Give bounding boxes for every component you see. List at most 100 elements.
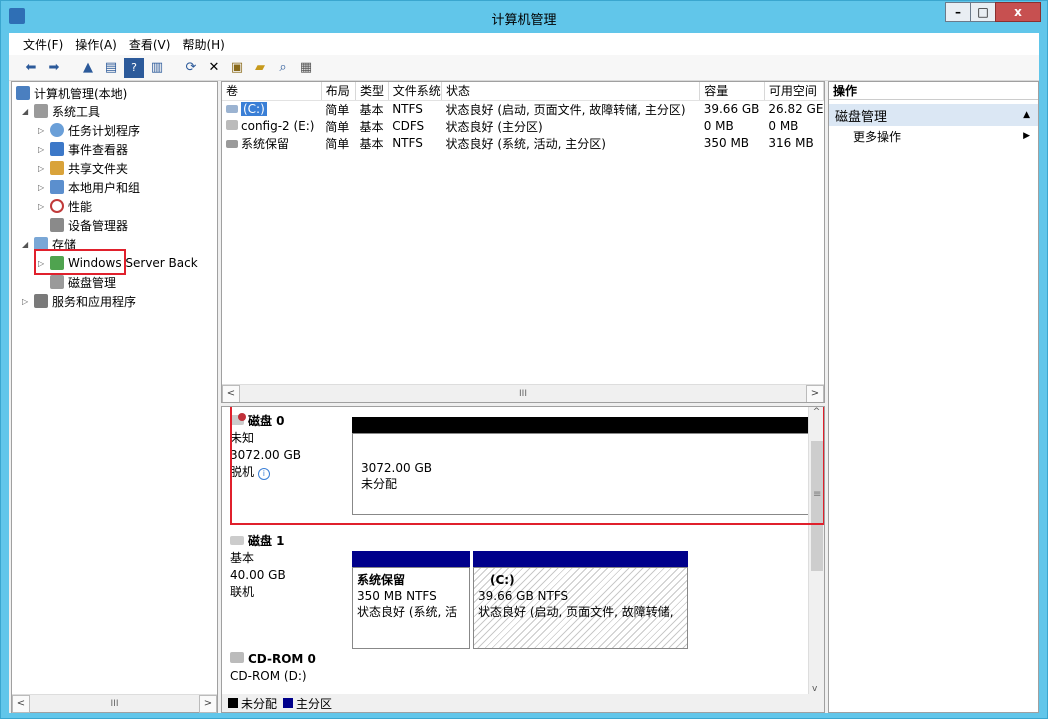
event-log-icon xyxy=(50,142,64,156)
scroll-right-icon[interactable]: > xyxy=(199,694,217,713)
filesystem-cell: CDFS xyxy=(392,119,425,133)
tree-device-manager[interactable]: 设备管理器 xyxy=(50,216,128,234)
table-row[interactable]: config-2 (E:) 简单 基本 CDFS 状态良好 (主分区) 0 MB… xyxy=(222,118,824,135)
col-volume[interactable]: 卷 xyxy=(222,82,322,101)
collapse-icon[interactable]: ◢ xyxy=(22,107,34,116)
tree-horizontal-scrollbar[interactable]: < III > xyxy=(12,694,217,713)
open-icon[interactable]: ▰ xyxy=(250,58,270,78)
type-cell: 基本 xyxy=(359,102,384,117)
volume-icon xyxy=(226,139,238,148)
capacity-cell: 0 MB xyxy=(703,119,734,133)
collapse-icon[interactable]: ◢ xyxy=(22,240,34,249)
forward-arrow-icon[interactable]: ➡ xyxy=(44,58,64,78)
disk-1-size: 40.00 GB xyxy=(230,568,286,582)
properties-icon[interactable]: ▣ xyxy=(227,58,247,78)
tree-services-apps[interactable]: ▷ 服务和应用程序 xyxy=(22,292,136,310)
cd-drive-icon xyxy=(230,652,244,663)
search-icon[interactable]: ⌕ xyxy=(273,58,293,78)
col-type[interactable]: 类型 xyxy=(355,82,389,101)
minimize-button[interactable]: – xyxy=(945,2,971,22)
scroll-grip-icon[interactable]: III xyxy=(519,389,527,399)
layout-cell: 简单 xyxy=(325,102,350,117)
tree-event-viewer[interactable]: ▷ 事件查看器 xyxy=(38,140,128,158)
disk-icon xyxy=(230,536,244,545)
col-capacity[interactable]: 容量 xyxy=(699,82,765,101)
menu-bar: 文件(F) 操作(A) 查看(V) 帮助(H) xyxy=(9,33,1039,55)
scroll-right-icon[interactable]: > xyxy=(806,384,824,402)
volume-table: 卷 布局 类型 文件系统 状态 容量 可用空间 (C:) 简单 基本 NTFS xyxy=(222,82,824,152)
disk-icon[interactable]: ▦ xyxy=(296,58,316,78)
legend-unallocated-swatch xyxy=(228,698,238,708)
highlight-box-tree xyxy=(34,249,126,275)
col-free-space[interactable]: 可用空间 xyxy=(764,82,824,101)
computer-icon xyxy=(16,86,30,100)
tree-root[interactable]: 计算机管理(本地) xyxy=(16,84,127,102)
disk-1-type: 基本 xyxy=(230,551,255,565)
tree-task-scheduler[interactable]: ▷ 任务计划程序 xyxy=(38,121,140,139)
volume-list: 卷 布局 类型 文件系统 状态 容量 可用空间 (C:) 简单 基本 NTFS xyxy=(221,81,825,403)
legend-unallocated: 未分配 xyxy=(241,696,278,711)
scroll-down-icon[interactable]: v xyxy=(812,684,817,694)
expand-icon[interactable]: ▷ xyxy=(22,297,34,306)
tools-icon xyxy=(34,104,48,118)
table-row[interactable]: 系统保留 简单 基本 NTFS 状态良好 (系统, 活动, 主分区) 350 M… xyxy=(222,135,824,152)
partition-c[interactable]: (C:) 39.66 GB NTFS 状态良好 (启动, 页面文件, 故障转储, xyxy=(473,567,688,649)
col-filesystem[interactable]: 文件系统 xyxy=(388,82,443,101)
scroll-left-icon[interactable]: < xyxy=(222,384,240,402)
expand-icon[interactable]: ▷ xyxy=(38,164,50,173)
more-actions[interactable]: 更多操作 ▶ xyxy=(829,126,1038,146)
free-space-cell: 316 MB xyxy=(768,136,814,150)
scroll-grip-icon[interactable]: III xyxy=(111,699,119,709)
type-cell: 基本 xyxy=(359,136,384,151)
collapse-up-icon[interactable]: ▲ xyxy=(1023,110,1030,120)
filesystem-cell: NTFS xyxy=(392,102,423,116)
window: 计算机管理 – □ x 文件(F) 操作(A) 查看(V) 帮助(H) ⬅ ➡ … xyxy=(0,0,1048,719)
delete-icon[interactable]: ✕ xyxy=(204,58,224,78)
toolbar: ⬅ ➡ ▲ ▤ ? ▥ ⟳ ✕ ▣ ▰ ⌕ ▦ xyxy=(9,55,1039,81)
partition-system-reserved[interactable]: 系统保留 350 MB NTFS 状态良好 (系统, 活 xyxy=(352,567,470,649)
col-layout[interactable]: 布局 xyxy=(321,82,356,101)
back-arrow-icon[interactable]: ⬅ xyxy=(21,58,41,78)
cdrom-name: CD-ROM 0 xyxy=(248,652,316,666)
disk-row-cdrom[interactable]: CD-ROM 0 CD-ROM (D:) xyxy=(222,645,812,695)
highlight-box-disk-0 xyxy=(230,407,824,525)
expand-icon[interactable]: ▷ xyxy=(38,183,50,192)
maximize-button[interactable]: □ xyxy=(970,2,996,22)
submenu-arrow-icon: ▶ xyxy=(1023,131,1030,141)
tree-performance[interactable]: ▷ 性能 xyxy=(38,197,92,215)
actions-header: 操作 xyxy=(829,82,1038,100)
help-icon[interactable]: ? xyxy=(124,57,144,78)
table-row[interactable]: (C:) 简单 基本 NTFS 状态良好 (启动, 页面文件, 故障转储, 主分… xyxy=(222,100,824,118)
expand-icon[interactable]: ▷ xyxy=(38,145,50,154)
close-button[interactable]: x xyxy=(995,2,1041,22)
menu-action[interactable]: 操作(A) xyxy=(75,36,117,53)
scroll-left-icon[interactable]: < xyxy=(12,694,30,713)
actions-pane: 操作 磁盘管理 ▲ 更多操作 ▶ xyxy=(828,81,1039,713)
menu-help[interactable]: 帮助(H) xyxy=(182,36,224,53)
primary-bar-c xyxy=(473,551,688,567)
up-folder-icon[interactable]: ▲ xyxy=(78,58,98,78)
primary-bar-system xyxy=(352,551,470,567)
status-cell: 状态良好 (启动, 页面文件, 故障转储, 主分区) xyxy=(445,102,686,117)
menu-file[interactable]: 文件(F) xyxy=(23,36,63,53)
action-pane-icon[interactable]: ▥ xyxy=(147,58,167,78)
expand-icon[interactable]: ▷ xyxy=(38,202,50,211)
filesystem-cell: NTFS xyxy=(392,136,423,150)
col-status[interactable]: 状态 xyxy=(441,82,701,101)
cd-drive-icon xyxy=(226,120,238,130)
show-tree-icon[interactable]: ▤ xyxy=(101,58,121,78)
disk-1-name: 磁盘 1 xyxy=(248,534,285,548)
refresh-icon[interactable]: ⟳ xyxy=(181,58,201,78)
tree-system-tools[interactable]: ◢ 系统工具 xyxy=(22,102,100,120)
free-space-cell: 26.82 GE xyxy=(768,102,824,116)
tree-shared-folders[interactable]: ▷ 共享文件夹 xyxy=(38,159,128,177)
tree-disk-management[interactable]: 磁盘管理 xyxy=(50,273,116,291)
menu-view[interactable]: 查看(V) xyxy=(129,36,171,53)
tree-local-users[interactable]: ▷ 本地用户和组 xyxy=(38,178,140,196)
performance-icon xyxy=(50,199,64,213)
expand-icon[interactable]: ▷ xyxy=(38,126,50,135)
actions-section-disk-management[interactable]: 磁盘管理 ▲ xyxy=(829,104,1038,126)
disk-row-1[interactable]: 磁盘 1 基本 40.00 GB 联机 系统保留 350 MB NTFS 状态良… xyxy=(222,527,812,649)
list-horizontal-scrollbar[interactable]: < III > xyxy=(222,384,824,402)
title-bar[interactable]: 计算机管理 – □ x xyxy=(1,1,1047,33)
